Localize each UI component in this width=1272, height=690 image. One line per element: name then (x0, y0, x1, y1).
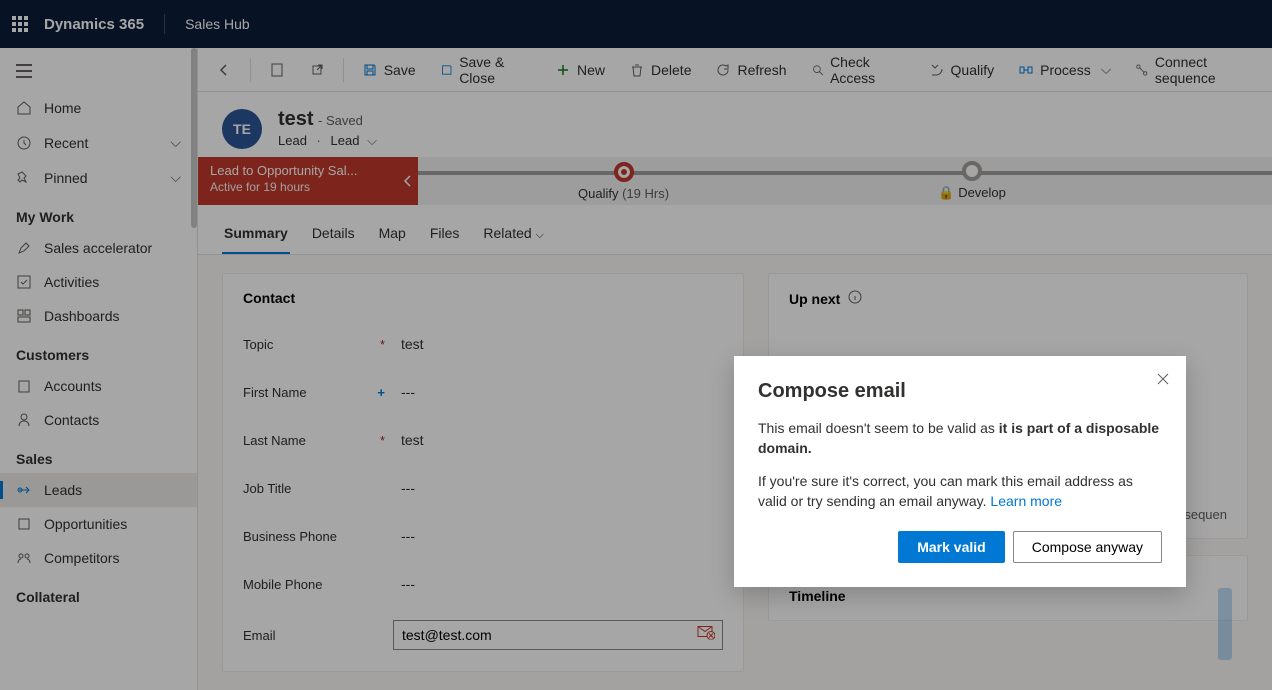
compose-anyway-button[interactable]: Compose anyway (1013, 531, 1162, 563)
close-button[interactable] (1156, 372, 1170, 391)
learn-more-link[interactable]: Learn more (990, 493, 1062, 509)
dialog-message-2: If you're sure it's correct, you can mar… (758, 472, 1162, 511)
dialog-title: Compose email (758, 380, 1162, 403)
dialog-message-1: This email doesn't seem to be valid as i… (758, 419, 1162, 458)
mark-valid-button[interactable]: Mark valid (898, 531, 1004, 563)
compose-email-dialog: Compose email This email doesn't seem to… (734, 356, 1186, 587)
